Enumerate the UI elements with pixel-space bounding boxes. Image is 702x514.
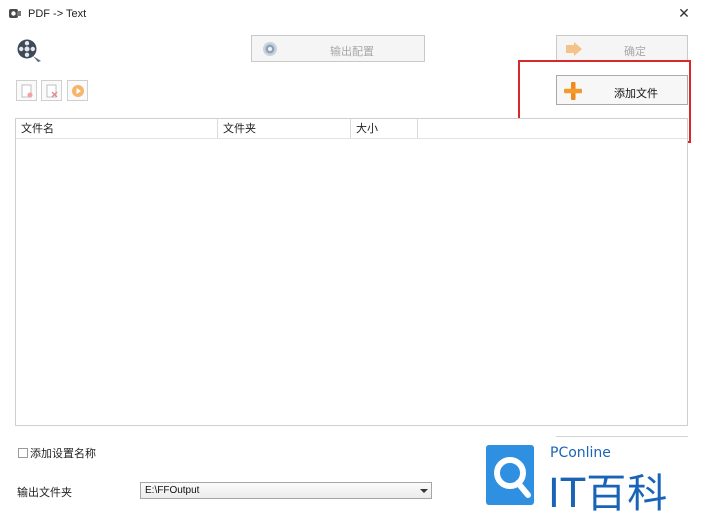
watermark-brand-small: PConline bbox=[550, 445, 611, 461]
arrow-icon bbox=[565, 41, 583, 60]
confirm-button[interactable]: 确定 bbox=[556, 35, 688, 62]
film-reel-icon bbox=[16, 37, 42, 63]
output-config-button[interactable]: 输出配置 bbox=[251, 35, 425, 62]
plus-icon bbox=[563, 81, 583, 104]
file-list-table[interactable]: 文件名 文件夹 大小 bbox=[15, 118, 688, 426]
add-file-label: 添加文件 bbox=[614, 88, 658, 100]
add-setting-name-checkbox[interactable] bbox=[18, 448, 28, 458]
window-title: PDF -> Text bbox=[28, 8, 87, 20]
confirm-label: 确定 bbox=[624, 46, 646, 58]
output-folder-value: E:\FFOutput bbox=[145, 485, 200, 496]
column-header-file-name[interactable]: 文件名 bbox=[16, 119, 218, 139]
add-setting-name-option[interactable]: 添加设置名称 bbox=[18, 445, 96, 461]
output-config-label: 输出配置 bbox=[330, 46, 374, 58]
table-header: 文件名 文件夹 大小 bbox=[16, 119, 687, 139]
play-button[interactable] bbox=[67, 80, 88, 101]
output-folder-select[interactable]: E:\FFOutput bbox=[140, 482, 432, 499]
chevron-down-icon[interactable] bbox=[420, 489, 428, 493]
column-header-folder[interactable]: 文件夹 bbox=[218, 119, 351, 139]
pconline-watermark: PConline IT百科 bbox=[478, 437, 702, 514]
add-setting-name-label: 添加设置名称 bbox=[30, 448, 96, 460]
watermark-brand-large: IT百科 bbox=[548, 471, 669, 514]
film-reel-small-icon bbox=[8, 7, 22, 20]
column-header-empty bbox=[418, 119, 689, 139]
column-header-size[interactable]: 大小 bbox=[351, 119, 418, 139]
delete-file-button[interactable] bbox=[41, 80, 62, 101]
output-folder-label: 输出文件夹 bbox=[17, 487, 72, 499]
add-file-button[interactable]: 添加文件 bbox=[556, 75, 688, 105]
pconline-logo-icon bbox=[484, 443, 542, 509]
new-file-button[interactable] bbox=[16, 80, 37, 101]
title-bar: PDF -> Text ✕ bbox=[0, 0, 702, 28]
gear-icon bbox=[262, 41, 278, 60]
close-button[interactable]: ✕ bbox=[676, 5, 692, 21]
